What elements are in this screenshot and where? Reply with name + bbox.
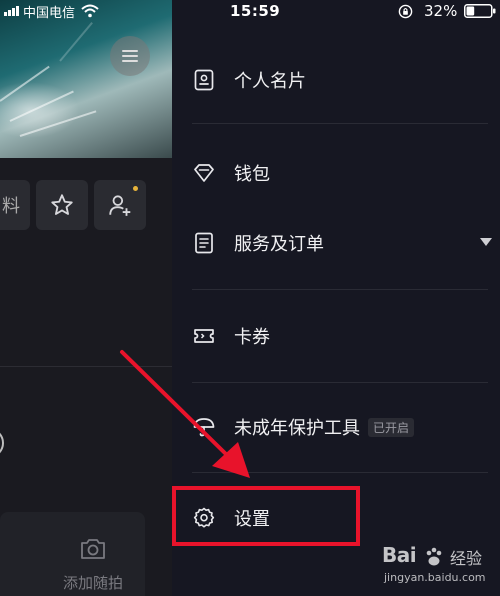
divider <box>192 472 488 473</box>
drawer-item-label: 服务及订单 <box>234 234 324 255</box>
carrier-name: 中国电信 <box>23 5 76 21</box>
add-moment-button[interactable]: 添加随拍 <box>58 534 128 596</box>
highlight-box <box>172 486 360 546</box>
drawer-item-label: 未成年保护工具 <box>234 418 360 439</box>
status-bar-right: 15:59 32% <box>172 0 500 22</box>
divider <box>192 382 488 383</box>
drawer-item-label: 个人名片 <box>234 71 306 92</box>
drawer-item-services-orders[interactable]: 服务及订单 <box>192 223 492 263</box>
add-user-icon <box>109 195 131 216</box>
umbrella-icon <box>193 418 215 437</box>
battery-icon <box>464 4 496 18</box>
drawer-item-wallet[interactable]: 钱包 <box>192 153 492 193</box>
chevron-down-icon[interactable] <box>480 238 492 246</box>
watermark-brand: Bai <box>382 543 417 567</box>
profile-page-background: 中国电信 料 添加随拍 <box>0 0 172 596</box>
camera-icon <box>81 539 105 559</box>
drawer-item-coupons[interactable]: 卡券 <box>192 316 492 356</box>
circle-button-fragment[interactable] <box>0 428 4 458</box>
paw-icon <box>426 547 442 566</box>
ticket-icon <box>194 329 214 343</box>
add-friend-button[interactable] <box>94 180 146 230</box>
divider <box>192 123 488 124</box>
wifi-icon <box>81 4 99 18</box>
watermark-suffix: 经验 <box>450 549 483 568</box>
status-time: 15:59 <box>230 2 281 20</box>
wallet-diamond-icon <box>194 164 214 182</box>
drawer-item-minor-protection[interactable]: 未成年保护工具 已开启 <box>192 407 492 447</box>
add-moment-label: 添加随拍 <box>62 574 123 592</box>
edit-profile-button[interactable]: 料 <box>0 180 30 230</box>
status-badge: 已开启 <box>368 417 415 437</box>
favorites-button[interactable] <box>36 180 88 230</box>
edit-profile-label: 料 <box>2 196 20 217</box>
notification-dot <box>133 186 138 191</box>
battery-percent: 32% <box>424 2 458 20</box>
hamburger-icon <box>122 50 138 62</box>
watermark-url: jingyan.baidu.com <box>384 571 486 584</box>
status-bar-left: 中国电信 <box>0 0 172 22</box>
divider <box>192 289 488 290</box>
profile-cover-image <box>0 0 172 158</box>
cell-signal-icon <box>4 6 19 16</box>
drawer-item-business-card[interactable]: 个人名片 <box>192 60 492 100</box>
baidu-jingyan-watermark: Bai 经验 jingyan.baidu.com <box>380 543 500 596</box>
business-card-icon <box>194 69 214 91</box>
drawer-item-label: 钱包 <box>234 164 270 185</box>
divider <box>0 366 172 367</box>
hamburger-menu-button[interactable] <box>110 36 150 76</box>
drawer-item-label: 卡券 <box>234 327 270 348</box>
star-icon <box>51 194 73 215</box>
document-list-icon <box>195 232 213 254</box>
rotation-lock-icon <box>398 4 413 19</box>
